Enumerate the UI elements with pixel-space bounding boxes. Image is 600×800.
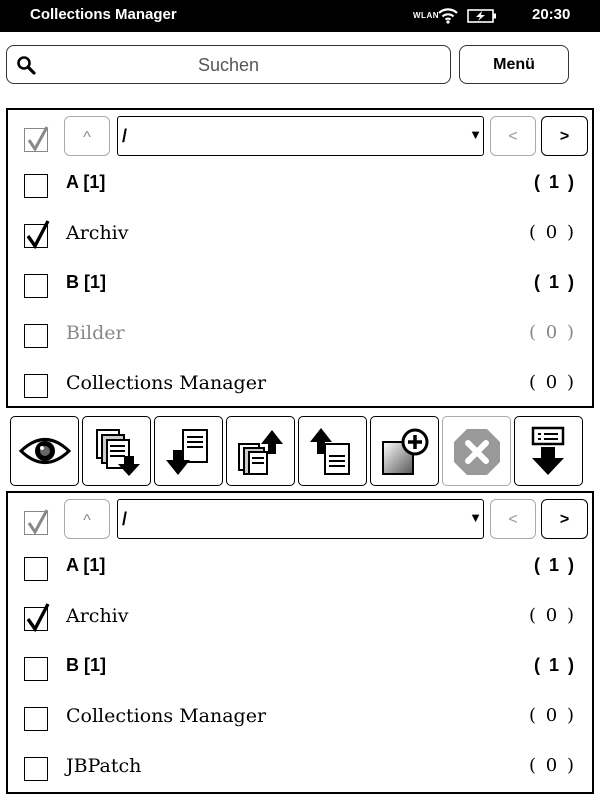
item-count: ( 0 ) bbox=[529, 322, 576, 343]
view-button[interactable] bbox=[10, 416, 79, 486]
path-value: / bbox=[122, 126, 128, 146]
parent-folder-button[interactable]: ^ bbox=[64, 499, 110, 539]
action-toolbar bbox=[10, 416, 590, 488]
previous-page-button[interactable]: < bbox=[490, 116, 536, 156]
list-item[interactable]: JBPatch ( 0 ) bbox=[8, 743, 592, 793]
export-button[interactable] bbox=[514, 416, 583, 486]
list-item[interactable]: A [1] ( 1 ) bbox=[8, 543, 592, 593]
add-collection-icon bbox=[382, 428, 429, 475]
item-name: A [1] bbox=[66, 555, 106, 575]
move-up-button[interactable] bbox=[298, 416, 367, 486]
item-checkbox[interactable] bbox=[24, 274, 48, 298]
item-count: ( 1 ) bbox=[533, 555, 576, 575]
move-down-icon bbox=[166, 429, 208, 475]
item-name: JBPatch bbox=[66, 755, 142, 777]
status-bar: Collections Manager WLAN 20:30 bbox=[0, 0, 600, 32]
list-item[interactable]: B [1] ( 1 ) bbox=[8, 643, 592, 693]
item-count: ( 1 ) bbox=[533, 172, 576, 192]
list-item[interactable]: A [1] ( 1 ) bbox=[8, 160, 592, 210]
wlan-label: WLAN bbox=[413, 11, 439, 20]
item-checkbox[interactable] bbox=[24, 374, 48, 398]
battery-charging-icon bbox=[467, 9, 496, 23]
menu-button[interactable]: Menü bbox=[459, 45, 569, 84]
select-all-checkbox[interactable] bbox=[24, 509, 49, 535]
item-checkbox[interactable] bbox=[24, 657, 48, 681]
item-name: A [1] bbox=[66, 172, 106, 192]
copy-up-button[interactable] bbox=[226, 416, 295, 486]
export-icon bbox=[531, 426, 565, 475]
item-checkbox[interactable] bbox=[24, 603, 50, 632]
item-checkbox[interactable] bbox=[24, 220, 50, 249]
copy-up-icon bbox=[238, 430, 283, 475]
item-count: ( 0 ) bbox=[529, 222, 576, 243]
path-dropdown[interactable]: / ▼ bbox=[117, 499, 484, 539]
move-up-icon bbox=[310, 428, 350, 475]
list-item[interactable]: B [1] ( 1 ) bbox=[8, 260, 592, 310]
clock: 20:30 bbox=[532, 6, 571, 23]
search-field[interactable]: Suchen bbox=[6, 45, 451, 84]
panel-header: ^ / ▼ < > bbox=[8, 116, 592, 158]
item-count: ( 1 ) bbox=[533, 272, 576, 292]
item-checkbox[interactable] bbox=[24, 324, 48, 348]
delete-button[interactable] bbox=[442, 416, 511, 486]
item-name: B [1] bbox=[66, 655, 106, 675]
move-down-button[interactable] bbox=[154, 416, 223, 486]
list-item[interactable]: Collections Manager ( 0 ) bbox=[8, 360, 592, 410]
item-count: ( 0 ) bbox=[529, 372, 576, 393]
item-checkbox[interactable] bbox=[24, 174, 48, 198]
wifi-icon bbox=[438, 8, 458, 24]
dropdown-arrow-icon: ▼ bbox=[469, 127, 482, 142]
item-count: ( 0 ) bbox=[529, 605, 576, 626]
item-name: B [1] bbox=[66, 272, 106, 292]
eye-icon bbox=[19, 438, 71, 464]
path-value: / bbox=[122, 509, 128, 529]
item-name: Archiv bbox=[66, 605, 129, 627]
copy-down-icon bbox=[96, 429, 140, 476]
checkmark-icon bbox=[26, 220, 50, 249]
dropdown-arrow-icon: ▼ bbox=[469, 510, 482, 525]
item-checkbox[interactable] bbox=[24, 557, 48, 581]
item-count: ( 1 ) bbox=[533, 655, 576, 675]
list-item[interactable]: Collections Manager ( 0 ) bbox=[8, 693, 592, 743]
checkmark-icon bbox=[26, 603, 50, 632]
bottom-collection-panel: ^ / ▼ < > A [1] ( 1 ) Archiv ( 0 ) B [1]… bbox=[6, 491, 594, 794]
list-item[interactable]: Archiv ( 0 ) bbox=[8, 593, 592, 643]
list-item[interactable]: Archiv ( 0 ) bbox=[8, 210, 592, 260]
top-collection-panel: ^ / ▼ < > A [1] ( 1 ) Archiv ( 0 ) B [1]… bbox=[6, 108, 594, 408]
add-collection-button[interactable] bbox=[370, 416, 439, 486]
path-dropdown[interactable]: / ▼ bbox=[117, 116, 484, 156]
item-name: Collections Manager bbox=[66, 705, 267, 727]
item-name: Bilder bbox=[66, 322, 125, 344]
item-checkbox[interactable] bbox=[24, 757, 48, 781]
panel-header: ^ / ▼ < > bbox=[8, 499, 592, 541]
previous-page-button[interactable]: < bbox=[490, 499, 536, 539]
item-count: ( 0 ) bbox=[529, 705, 576, 726]
app-title: Collections Manager bbox=[30, 6, 177, 23]
item-checkbox[interactable] bbox=[24, 707, 48, 731]
parent-folder-button[interactable]: ^ bbox=[64, 116, 110, 156]
item-name: Collections Manager bbox=[66, 372, 267, 394]
copy-down-button[interactable] bbox=[82, 416, 151, 486]
item-name: Archiv bbox=[66, 222, 129, 244]
search-placeholder: Suchen bbox=[197, 55, 260, 75]
select-all-checkbox[interactable] bbox=[24, 126, 49, 152]
item-count: ( 0 ) bbox=[529, 755, 576, 776]
delete-icon bbox=[454, 429, 500, 475]
next-page-button[interactable]: > bbox=[541, 116, 588, 156]
next-page-button[interactable]: > bbox=[541, 499, 588, 539]
list-item[interactable]: Bilder ( 0 ) bbox=[8, 310, 592, 360]
